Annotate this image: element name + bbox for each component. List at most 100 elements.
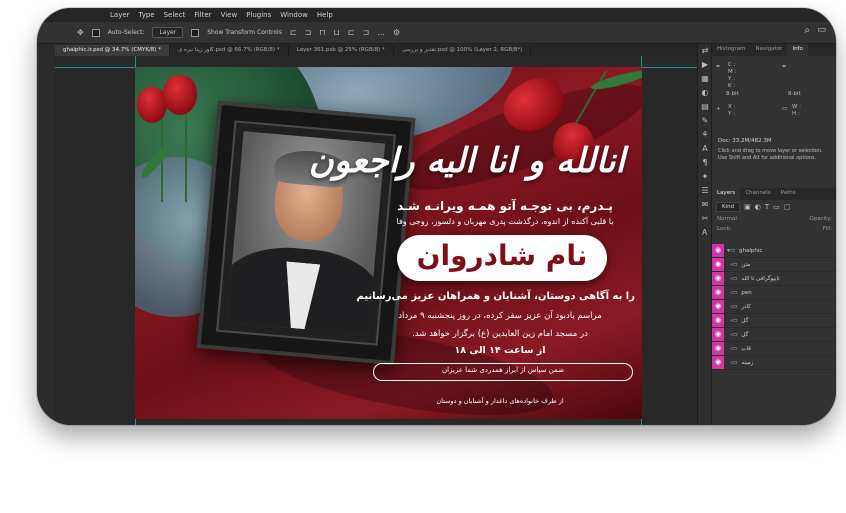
libraries-icon[interactable]: ▤ bbox=[698, 100, 712, 114]
tab-paths[interactable]: Paths bbox=[776, 188, 801, 200]
tab-navigator[interactable]: Navigator bbox=[751, 44, 788, 56]
eye-icon[interactable]: ◉ bbox=[712, 328, 724, 341]
kind-filter-dropdown[interactable]: Kind bbox=[716, 202, 741, 212]
tab-taqdir[interactable]: تقدیر و بررسی.psd @ 100% (Layer 2, RGB/8… bbox=[394, 45, 532, 56]
align-middle-icon[interactable]: ⊏ bbox=[348, 28, 355, 37]
eye-icon[interactable]: ◉ bbox=[712, 286, 724, 299]
layer-row[interactable]: ◉ ›▭ تایپوگرافی تا الله bbox=[712, 272, 836, 286]
canvas-area[interactable]: انالله و انا الیه راجعون پـدرم، بی توجـه… bbox=[55, 56, 697, 425]
layer-label: گل bbox=[741, 331, 749, 338]
eye-icon[interactable]: ◉ bbox=[712, 356, 724, 369]
menu-help[interactable]: Help bbox=[317, 11, 333, 19]
layer-row[interactable]: ◉ ›▭ pen bbox=[712, 286, 836, 300]
properties-icon[interactable]: ☰ bbox=[698, 184, 712, 198]
tab-info[interactable]: Info bbox=[787, 44, 808, 56]
notes-icon[interactable]: ✉ bbox=[698, 198, 712, 212]
align-left-icon[interactable]: ⊏ bbox=[290, 28, 297, 37]
menu-filter[interactable]: Filter bbox=[194, 11, 211, 19]
swatches-icon[interactable]: ▦ bbox=[698, 72, 712, 86]
folder-icon: ›▭ bbox=[730, 345, 738, 352]
image-filter-icon[interactable]: ▣ bbox=[744, 203, 751, 211]
blend-mode-dropdown[interactable]: Normal bbox=[717, 216, 737, 222]
layer-row[interactable]: ◉ ›▭ گل bbox=[712, 328, 836, 342]
tab-layer361[interactable]: Layer 361.psb @ 25% (RGB/8) * bbox=[289, 45, 394, 56]
adjustments-icon[interactable]: ◐ bbox=[698, 86, 712, 100]
align-right-icon[interactable]: ⊓ bbox=[319, 28, 325, 37]
eye-icon[interactable]: ◉ bbox=[712, 300, 724, 313]
tab-channels[interactable]: Channels bbox=[740, 188, 775, 200]
menu-plugins[interactable]: Plugins bbox=[246, 11, 271, 19]
tools-icon[interactable]: ✂ bbox=[698, 212, 712, 226]
calligraphy-title: انالله و انا الیه راجعون bbox=[308, 141, 625, 181]
layer-name: ▾▭ ghalphic bbox=[727, 248, 762, 254]
paragraph-icon[interactable]: ¶ bbox=[698, 156, 712, 170]
tab-kaver[interactable]: کاور زینا نیره ی.psd @ 66.7% (RGB/8) * bbox=[170, 45, 289, 56]
layer-row[interactable]: ◉ ›▭ گل bbox=[712, 314, 836, 328]
glyphs-icon[interactable]: ✦ bbox=[698, 170, 712, 184]
menu-layer[interactable]: Layer bbox=[110, 11, 130, 19]
type-icon[interactable]: Ꭺ bbox=[698, 226, 712, 240]
eye-icon[interactable]: ◉ bbox=[712, 244, 724, 257]
layer-label: کادر bbox=[741, 303, 751, 310]
tab-histogram[interactable]: Histogram bbox=[712, 44, 751, 56]
auto-select-checkbox[interactable] bbox=[91, 28, 100, 37]
align-top-icon[interactable]: ⊔ bbox=[334, 28, 340, 37]
workspace-icon[interactable]: ▭ bbox=[817, 25, 826, 35]
smart-filter-icon[interactable]: ▢ bbox=[784, 203, 791, 211]
tool-hint: Click and drag to move layer or selectio… bbox=[718, 148, 823, 161]
type-filter-icon[interactable]: T bbox=[765, 203, 769, 211]
crosshair-icon: + bbox=[716, 106, 721, 112]
layer-label: قاب bbox=[741, 345, 751, 352]
menu-view[interactable]: View bbox=[221, 11, 238, 19]
info-panel-tabs: Histogram Navigator Info bbox=[712, 44, 836, 56]
lock-row: Lock: Fill: bbox=[712, 224, 836, 234]
shape-filter-icon[interactable]: ▭ bbox=[773, 203, 780, 211]
eye-icon[interactable]: ◉ bbox=[712, 258, 724, 271]
layers-panel-header: Layers Channels Paths Kind ▣ ◐ T ▭ ▢ Nor… bbox=[712, 188, 836, 234]
eyedropper-icon: ✒ bbox=[716, 64, 721, 70]
folder-icon: ›▭ bbox=[730, 275, 738, 282]
eye-icon[interactable]: ◉ bbox=[712, 342, 724, 355]
ceremony-line: مراسم یادبود آن عزیز سفر کرده، در روز پن… bbox=[398, 311, 602, 321]
info-bit-left: 8-bit bbox=[726, 91, 739, 97]
poem-line: پـدرم، بی توجـه آتو همـه ویرانـه شـد bbox=[397, 199, 613, 213]
eye-icon[interactable]: ◉ bbox=[712, 272, 724, 285]
thanks-pill: ضمن سپاس از ابراز همدردی شما عزیزان bbox=[373, 363, 633, 381]
layer-row[interactable]: ◉ ›▭ کادر bbox=[712, 300, 836, 314]
layer-name: ›▭ قاب bbox=[730, 346, 751, 352]
intro-line: با قلبی آکنده از اندوه، درگذشت پدری مهرب… bbox=[396, 217, 614, 226]
character-icon[interactable]: A bbox=[698, 142, 712, 156]
align-center-icon[interactable]: ⊐ bbox=[305, 28, 312, 37]
search-icon[interactable]: ⌕ bbox=[804, 25, 810, 36]
move-tool-icon[interactable]: ✥ bbox=[77, 28, 84, 37]
play-icon[interactable]: ▶ bbox=[698, 58, 712, 72]
layer-row[interactable]: ◉ ›▭ قاب bbox=[712, 342, 836, 356]
settings-gear-icon[interactable]: ⚙ bbox=[393, 28, 400, 37]
align-bottom-icon[interactable]: ⊐ bbox=[362, 28, 369, 37]
brush-icon[interactable]: ✎ bbox=[698, 114, 712, 128]
poster-document[interactable]: انالله و انا الیه راجعون پـدرم، بی توجـه… bbox=[135, 67, 642, 419]
menu-type[interactable]: Type bbox=[139, 11, 155, 19]
tab-ghalphic[interactable]: ghalphic.ir.psd @ 34.7% (CMYK/8) * bbox=[55, 45, 170, 56]
menu-select[interactable]: Select bbox=[164, 11, 186, 19]
folder-icon: ›▭ bbox=[730, 359, 738, 366]
info-c: C : bbox=[728, 62, 736, 68]
layer-row[interactable]: ◉ ▾▭ ghalphic bbox=[712, 244, 836, 258]
family-line: از طرف خانواده‌های داغدار و آشنایان و دو… bbox=[436, 397, 564, 405]
history-icon[interactable]: ⇄ bbox=[698, 44, 712, 58]
transform-controls-checkbox[interactable] bbox=[191, 28, 200, 37]
auto-select-dropdown[interactable]: Layer bbox=[152, 27, 184, 38]
layer-name: ›▭ متن bbox=[730, 262, 750, 268]
folder-icon: ›▭ bbox=[730, 317, 738, 324]
info-m: M : bbox=[728, 69, 737, 75]
tab-layers[interactable]: Layers bbox=[712, 188, 741, 200]
adjustment-filter-icon[interactable]: ◐ bbox=[755, 203, 761, 211]
layer-row[interactable]: ◉ ›▭ متن bbox=[712, 258, 836, 272]
clone-source-icon[interactable]: ⚘ bbox=[698, 128, 712, 142]
layers-panel-tabs: Layers Channels Paths bbox=[712, 188, 836, 200]
layer-name: ›▭ گل bbox=[730, 332, 748, 338]
eye-icon[interactable]: ◉ bbox=[712, 314, 724, 327]
more-options-icon[interactable]: ... bbox=[377, 28, 385, 37]
layer-row[interactable]: ◉ ›▭ زمینه bbox=[712, 356, 836, 370]
menu-window[interactable]: Window bbox=[280, 11, 308, 19]
